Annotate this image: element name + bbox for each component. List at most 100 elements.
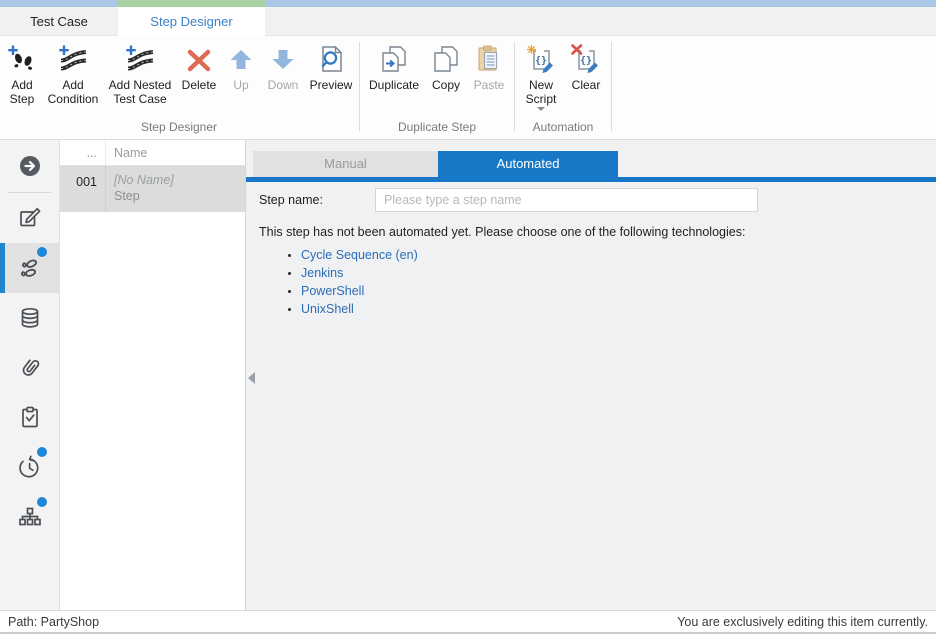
up-label: Up	[233, 78, 248, 92]
active-tab-highlight-strip	[118, 0, 265, 7]
history-icon	[17, 455, 43, 481]
sidebar-item-data[interactable]	[0, 293, 59, 343]
clear-label: Clear	[572, 78, 601, 92]
app-tab-bar: Test Case Step Designer	[0, 7, 936, 36]
automation-info-text: This step has not been automated yet. Pl…	[259, 225, 936, 239]
paperclip-icon	[17, 355, 43, 381]
new-script-dropdown-icon[interactable]	[537, 107, 545, 111]
technology-list-item: UnixShell	[301, 302, 936, 316]
editor-tab-underline	[246, 177, 936, 182]
arrow-up-icon	[226, 42, 256, 76]
svg-text:{}: {}	[535, 56, 547, 67]
add-nested-test-case-button[interactable]: Add Nested Test Case	[104, 36, 176, 106]
svg-text:{}: {}	[580, 56, 592, 67]
technology-link-unixshell[interactable]: UnixShell	[301, 302, 354, 316]
step-list-panel: ... Name 001 [No Name] Step	[60, 140, 246, 610]
ribbon-separator	[514, 42, 515, 131]
sidebar-item-hierarchy[interactable]	[0, 493, 59, 543]
tab-automated[interactable]: Automated	[438, 151, 618, 177]
edit-icon	[17, 205, 43, 231]
database-icon	[17, 305, 43, 331]
sidebar-item-attachments[interactable]	[0, 343, 59, 393]
ribbon-group-duplicate-step: Duplicate Copy	[363, 36, 511, 139]
technology-link-powershell[interactable]: PowerShell	[301, 284, 364, 298]
new-script-button[interactable]: {} New Script	[518, 36, 564, 111]
clipboard-check-icon	[17, 405, 43, 431]
technology-link-cycle-sequence[interactable]: Cycle Sequence (en)	[301, 248, 418, 262]
add-condition-button[interactable]: Add Condition	[42, 36, 104, 106]
add-condition-label: Add Condition	[42, 78, 104, 106]
add-nested-test-case-label: Add Nested Test Case	[104, 78, 176, 106]
ribbon-separator	[611, 42, 612, 131]
step-number: 001	[60, 166, 106, 212]
preview-button[interactable]: Preview	[306, 36, 356, 92]
ribbon-separator	[359, 42, 360, 131]
status-bar: Path: PartyShop You are exclusively edit…	[0, 610, 936, 634]
step-editor-panel: Manual Automated Step name: This step ha…	[246, 140, 936, 610]
clear-button[interactable]: {} Clear	[564, 36, 608, 92]
delete-label: Delete	[182, 78, 217, 92]
sidebar-item-steps[interactable]	[0, 243, 59, 293]
step-name-input[interactable]	[375, 188, 758, 212]
technology-list-item: PowerShell	[301, 284, 936, 298]
add-step-label: Add Step	[2, 78, 42, 106]
tab-test-case[interactable]: Test Case	[0, 7, 118, 36]
add-step-footprints-icon	[7, 42, 37, 76]
sidebar-item-edit[interactable]	[0, 193, 59, 243]
paste-label: Paste	[474, 78, 505, 92]
ribbon-toolbar: Add Step Add Condition	[0, 36, 936, 140]
window-top-strip	[0, 0, 936, 7]
add-condition-tracks-icon	[58, 42, 88, 76]
add-nested-test-case-tracks-icon	[125, 42, 155, 76]
duplicate-label: Duplicate	[369, 78, 419, 92]
steps-badge	[37, 247, 47, 257]
editor-tab-bar: Manual Automated	[253, 151, 936, 177]
tab-manual[interactable]: Manual	[253, 151, 438, 177]
preview-magnifier-page-icon	[316, 42, 346, 76]
duplicate-pages-icon	[379, 42, 409, 76]
technology-list-item: Cycle Sequence (en)	[301, 248, 936, 262]
preview-label: Preview	[310, 78, 353, 92]
down-button[interactable]: Down	[260, 36, 306, 92]
step-name-label: Step name:	[259, 193, 375, 207]
clear-script-icon: {}	[571, 42, 601, 76]
group-label-automation: Automation	[518, 118, 608, 139]
status-path: Path: PartyShop	[8, 615, 99, 629]
step-number-column-header[interactable]: ...	[60, 140, 106, 165]
down-label: Down	[268, 78, 299, 92]
up-button[interactable]: Up	[222, 36, 260, 92]
copy-pages-icon	[431, 42, 461, 76]
sidebar-item-navigate[interactable]	[0, 140, 59, 192]
step-list-header: ... Name	[60, 140, 245, 166]
arrow-down-icon	[268, 42, 298, 76]
new-script-label: New Script	[518, 78, 564, 106]
new-script-icon: {}	[526, 42, 556, 76]
paste-clipboard-icon	[474, 42, 504, 76]
technology-link-jenkins[interactable]: Jenkins	[301, 266, 343, 280]
ribbon-group-step-designer: Add Step Add Condition	[2, 36, 356, 139]
collapse-panel-arrow-icon[interactable]	[248, 372, 255, 384]
tab-step-designer[interactable]: Step Designer	[118, 7, 265, 36]
sidebar-item-tasks[interactable]	[0, 393, 59, 443]
delete-button[interactable]: Delete	[176, 36, 222, 92]
hierarchy-badge	[37, 497, 47, 507]
step-type: Step	[114, 189, 245, 203]
go-arrow-circle-icon	[17, 153, 43, 179]
group-label-step-designer: Step Designer	[2, 118, 356, 139]
copy-button[interactable]: Copy	[425, 36, 467, 92]
step-name-value: [No Name]	[114, 173, 245, 187]
ribbon-group-automation: {} New Script {} Clear	[518, 36, 608, 139]
steps-footprints-icon	[16, 254, 44, 282]
paste-button[interactable]: Paste	[467, 36, 511, 92]
status-edit-message: You are exclusively editing this item cu…	[677, 615, 928, 629]
step-name-column-header[interactable]: Name	[106, 140, 245, 165]
delete-x-icon	[184, 42, 214, 76]
step-list-row[interactable]: 001 [No Name] Step	[60, 166, 245, 212]
history-badge	[37, 447, 47, 457]
duplicate-button[interactable]: Duplicate	[363, 36, 425, 92]
group-label-duplicate-step: Duplicate Step	[363, 118, 511, 139]
technology-list: Cycle Sequence (en) Jenkins PowerShell U…	[284, 248, 936, 316]
sidebar-item-history[interactable]	[0, 443, 59, 493]
add-step-button[interactable]: Add Step	[2, 36, 42, 106]
left-sidebar	[0, 140, 60, 610]
